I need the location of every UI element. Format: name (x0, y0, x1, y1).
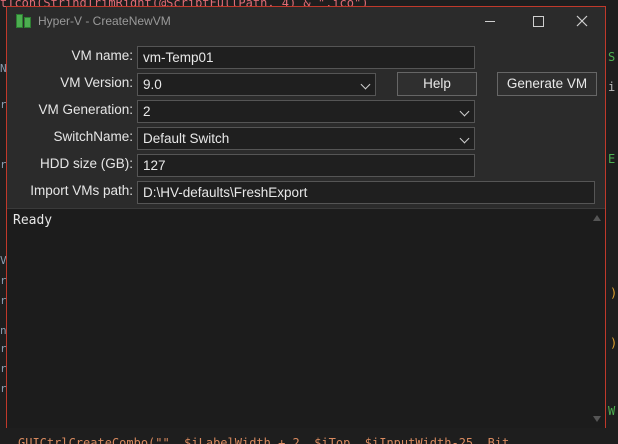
window-title: Hyper-V - CreateNewVM (38, 14, 171, 28)
minimize-button[interactable] (467, 7, 513, 35)
import-path-input[interactable]: D:\HV-defaults\FreshExport (137, 181, 595, 204)
generate-vm-button[interactable]: Generate VM (497, 72, 597, 96)
maximize-button[interactable] (515, 7, 561, 35)
hdd-size-label: HDD size (GB): (39, 156, 133, 171)
vm-version-label: VM Version: (60, 75, 133, 90)
vm-name-label: VM name: (71, 48, 133, 63)
hdd-size-input[interactable]: 127 (137, 154, 475, 177)
vm-version-value: 9.0 (143, 77, 162, 92)
editor-right-mark: S (608, 50, 616, 64)
editor-code-line-bottom: GUICtrlCreateCombo("", $iLabelWidth + 2,… (18, 436, 510, 444)
minimize-icon (485, 21, 495, 22)
close-icon (576, 15, 588, 27)
editor-right-mark: W (608, 404, 616, 418)
vm-generation-value: 2 (143, 104, 151, 119)
vm-version-select[interactable]: 9.0 (137, 73, 376, 96)
vm-settings-form: VM name: vm-Temp01 VM Version: 9.0 Help … (7, 35, 605, 207)
chevron-down-icon (459, 106, 470, 117)
editor-right-mark: E (608, 152, 616, 166)
close-button[interactable] (559, 7, 605, 35)
maximize-icon (533, 16, 544, 27)
editor-right-mark: i (608, 80, 616, 94)
output-log[interactable]: Ready (7, 208, 605, 428)
chevron-down-icon (459, 133, 470, 144)
hyperv-app-icon (16, 14, 32, 28)
title-bar[interactable]: Hyper-V - CreateNewVM (7, 7, 605, 35)
help-button[interactable]: Help (397, 72, 477, 96)
vm-generation-select[interactable]: 2 (137, 100, 475, 123)
import-path-label: Import VMs path: (30, 183, 133, 198)
chevron-down-icon (360, 79, 371, 90)
switch-name-select[interactable]: Default Switch (137, 127, 475, 150)
editor-right-mark: ) (610, 336, 618, 350)
scroll-down-arrow-icon[interactable] (593, 416, 601, 422)
vm-generation-label: VM Generation: (38, 102, 133, 117)
create-vm-window: Hyper-V - CreateNewVM VM name: vm-Temp01… (6, 6, 606, 428)
editor-right-mark: ) (610, 286, 618, 300)
switch-name-value: Default Switch (143, 131, 230, 146)
vm-name-input[interactable]: vm-Temp01 (137, 46, 475, 69)
scroll-up-arrow-icon[interactable] (593, 215, 601, 221)
status-text: Ready (13, 213, 53, 228)
switch-name-label: SwitchName: (53, 129, 133, 144)
